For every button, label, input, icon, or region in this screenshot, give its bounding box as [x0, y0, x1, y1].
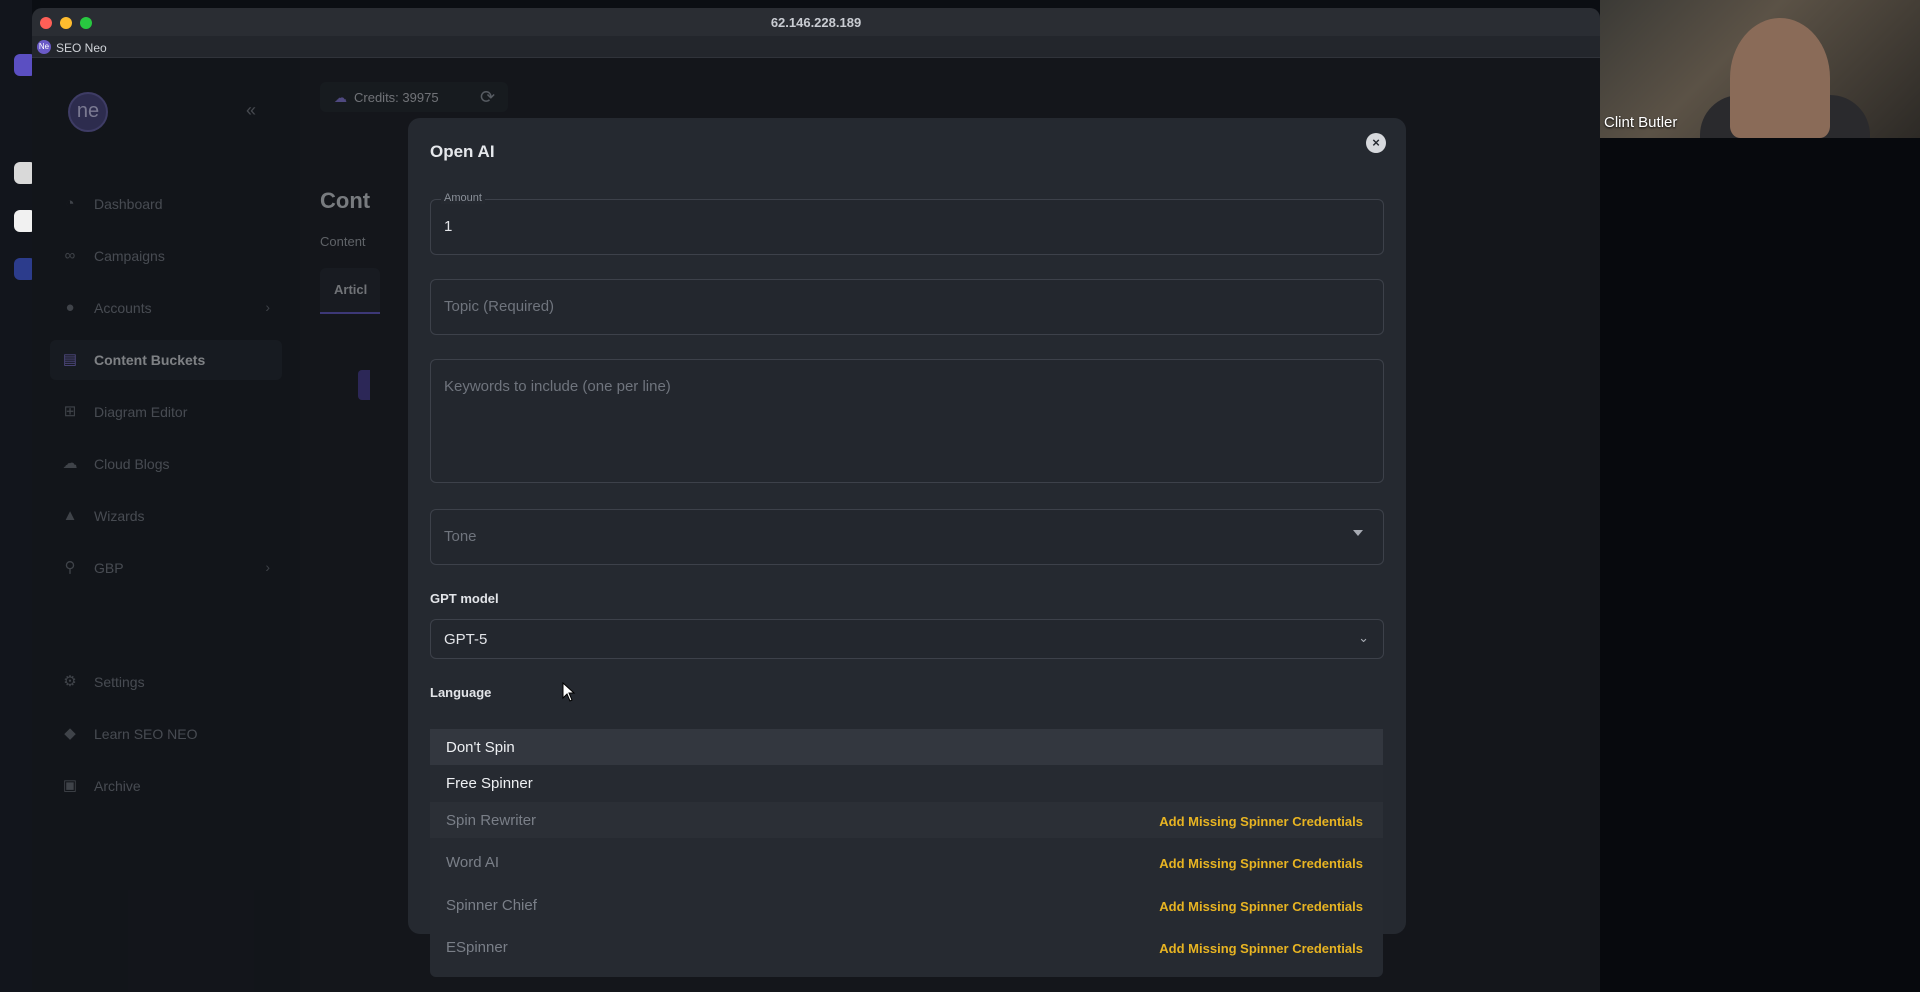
chevron-down-icon: ⌄: [1358, 630, 1369, 645]
topic-input[interactable]: Topic (Required): [430, 279, 1384, 335]
option-label: Word AI: [446, 854, 500, 871]
webcam-participant-name: Clint Butler: [1604, 114, 1678, 131]
desktop-background: [1600, 138, 1920, 992]
spinner-dropdown-list: Don't Spin Free Spinner Spin Rewriter Ad…: [430, 729, 1383, 977]
option-label: Spin Rewriter: [446, 812, 537, 829]
desktop-dock-strip: [0, 0, 36, 992]
app-menubar: Ne SEO Neo: [32, 36, 1600, 58]
mouse-cursor-icon: [562, 682, 576, 702]
dropdown-option-spin-rewriter[interactable]: Spin Rewriter Add Missing Spinner Creden…: [430, 802, 1383, 838]
tone-placeholder: Tone: [444, 528, 477, 545]
dropdown-option-dont-spin[interactable]: Don't Spin: [430, 729, 1383, 765]
webcam-overlay: Clint Butler: [1600, 0, 1920, 138]
gpt-model-label: GPT model: [430, 591, 499, 606]
close-icon[interactable]: ×: [1366, 133, 1386, 153]
add-credentials-link[interactable]: Add Missing Spinner Credentials: [1159, 941, 1363, 956]
option-label: Free Spinner: [446, 775, 533, 792]
option-label: Spinner Chief: [446, 897, 537, 914]
modal-title: Open AI: [430, 142, 495, 161]
gpt-model-value: GPT-5: [444, 631, 488, 648]
dropdown-option-spinner-chief[interactable]: Spinner Chief Add Missing Spinner Creden…: [430, 887, 1383, 923]
amount-value: 1: [444, 218, 453, 235]
window-title: 62.146.228.189: [770, 15, 862, 30]
add-credentials-link[interactable]: Add Missing Spinner Credentials: [1159, 899, 1363, 914]
topic-placeholder: Topic (Required): [444, 298, 555, 315]
add-credentials-link[interactable]: Add Missing Spinner Credentials: [1159, 814, 1363, 829]
keywords-placeholder: Keywords to include (one per line): [444, 378, 671, 395]
amount-field[interactable]: Amount 1: [430, 192, 1384, 255]
option-label: ESpinner: [446, 939, 508, 956]
add-credentials-link[interactable]: Add Missing Spinner Credentials: [1159, 856, 1363, 871]
keywords-textarea[interactable]: Keywords to include (one per line): [430, 359, 1384, 483]
app-name: SEO Neo: [56, 41, 107, 55]
gpt-model-select[interactable]: GPT-5 ⌄: [430, 619, 1384, 659]
dropdown-option-espinner[interactable]: ESpinner Add Missing Spinner Credentials: [430, 929, 1383, 965]
window-titlebar: 62.146.228.189: [32, 8, 1600, 36]
language-label: Language: [430, 685, 492, 700]
caret-down-icon: [1353, 530, 1363, 536]
tone-select[interactable]: Tone: [430, 509, 1384, 565]
dropdown-option-word-ai[interactable]: Word AI Add Missing Spinner Credentials: [430, 844, 1383, 880]
option-label: Don't Spin: [446, 739, 515, 756]
dropdown-option-free-spinner[interactable]: Free Spinner: [430, 765, 1383, 801]
webcam-person-face: [1730, 18, 1830, 138]
app-logo-icon: Ne: [37, 40, 51, 54]
amount-legend: Amount: [441, 192, 485, 204]
